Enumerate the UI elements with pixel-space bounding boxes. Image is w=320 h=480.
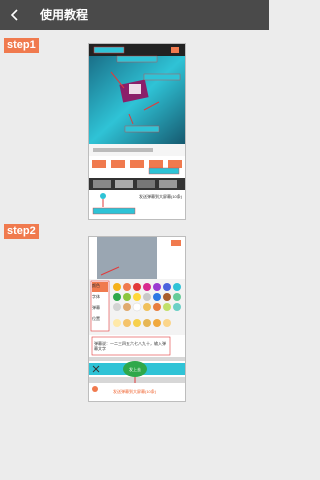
step1-footer-text: 发送弹幕到大屏幕(10条) [139,194,183,199]
menu-item-position: 位置 [92,316,100,321]
step2-badge: step2 [4,224,39,239]
step1-badge: step1 [4,38,39,53]
step2-illustration [89,237,185,401]
app-header: 使用教程 [0,0,269,30]
step2-footer-text: 发送弹幕到大屏幕(10条) [113,389,157,394]
barrage-input-text: 弹幕说：一二三四五六七八九十，输入弹幕文字 [94,341,166,351]
send-button-label: 发上去 [129,367,141,372]
menu-item-color: 颜色 [92,283,100,288]
step1-screenshot: 发送弹幕到大屏幕(10条) [88,43,186,220]
menu-item-font: 字体 [92,294,100,299]
tutorial-page: 使用教程 step1 发送弹幕到大屏幕(10条) step2 颜色 字体 弹幕 … [0,0,269,480]
menu-item-barrage: 弹幕 [92,305,100,310]
step2-screenshot: 颜色 字体 弹幕 位置 弹幕说：一二三四五六七八九十，输入弹幕文字 发上去 发送… [88,236,186,402]
page-title: 使用教程 [40,8,89,22]
chevron-left-icon[interactable] [8,8,22,22]
step1-illustration [89,44,185,219]
